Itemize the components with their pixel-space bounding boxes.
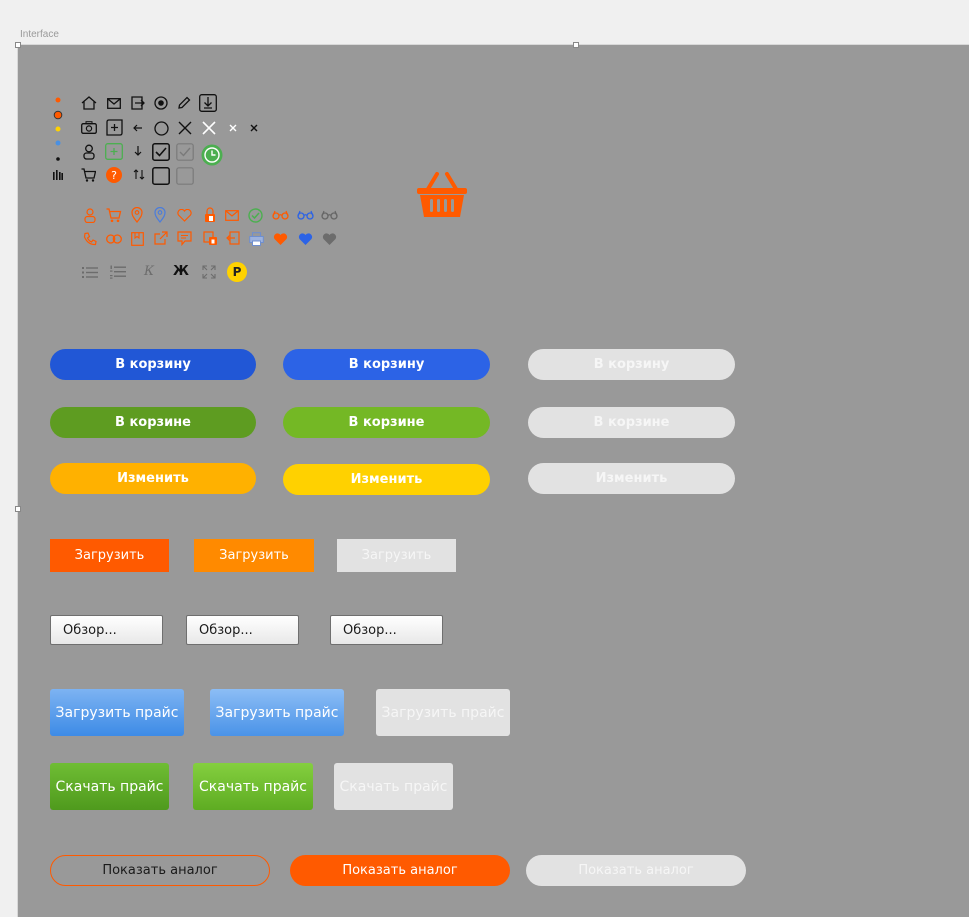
fullscreen-icon[interactable]	[202, 265, 216, 279]
browse-hover-button[interactable]: Обзор...	[186, 615, 299, 645]
login-icon[interactable]	[131, 96, 145, 110]
close-tiny-icon[interactable]	[250, 124, 258, 132]
show-analog-button[interactable]: Показать аналог	[50, 855, 270, 886]
glasses-gray-icon[interactable]	[321, 210, 338, 220]
check-circle-icon[interactable]	[248, 208, 263, 223]
exit-icon[interactable]	[226, 231, 240, 245]
browse-button[interactable]: Обзор...	[50, 615, 163, 645]
svg-text:?: ?	[111, 169, 117, 182]
upload-price-disabled-button[interactable]: Загрузить прайс	[376, 689, 510, 736]
close-large-icon[interactable]	[178, 121, 192, 135]
numbered-list-icon[interactable]	[110, 265, 126, 279]
glasses-orange-icon[interactable]	[272, 210, 289, 220]
heart-blue-icon[interactable]	[298, 233, 313, 246]
heart-orange-icon[interactable]	[177, 209, 192, 222]
phone-icon[interactable]	[83, 232, 97, 246]
upload-price-button[interactable]: Загрузить прайс	[50, 689, 184, 736]
change-disabled-button[interactable]: Изменить	[528, 463, 735, 494]
bold-icon[interactable]: Ж	[173, 264, 189, 279]
location-blue-icon[interactable]	[154, 207, 166, 223]
user-orange-icon[interactable]	[84, 208, 96, 223]
show-analog-hover-button[interactable]: Показать аналог	[290, 855, 510, 886]
dot-black-icon	[56, 157, 60, 161]
download-price-button[interactable]: Скачать прайс	[50, 763, 169, 810]
bookmark-icon[interactable]	[131, 232, 144, 246]
to-cart-hover-button[interactable]: В корзину	[283, 349, 490, 380]
glasses-blue-icon[interactable]	[297, 210, 314, 220]
bullet-list-icon[interactable]	[82, 266, 98, 279]
close-white-icon[interactable]	[202, 121, 216, 135]
in-cart-button[interactable]: В корзине	[50, 407, 256, 438]
checkbox-checked-disabled-icon	[176, 143, 194, 161]
checkbox-empty-disabled-icon	[176, 167, 194, 185]
dot-orange-icon	[55, 97, 61, 103]
cart-orange-icon[interactable]	[106, 208, 122, 223]
ruble-icon: Р	[227, 262, 247, 282]
mail-icon[interactable]	[107, 98, 121, 109]
heart-filled-icon[interactable]	[273, 233, 288, 246]
dot-ring-icon	[53, 110, 63, 120]
close-small-icon[interactable]	[229, 124, 237, 132]
arrow-down-icon[interactable]	[134, 146, 142, 156]
pencil-icon[interactable]	[177, 96, 191, 110]
browse-pressed-button[interactable]: Обзор...	[330, 615, 443, 645]
help-icon[interactable]: ?	[106, 167, 122, 183]
resize-handle[interactable]	[15, 506, 21, 512]
download-price-hover-button[interactable]: Скачать прайс	[193, 763, 313, 810]
resize-handle[interactable]	[573, 42, 579, 48]
user-icon[interactable]	[83, 144, 95, 160]
basket-icon	[416, 171, 468, 219]
sort-icon[interactable]	[133, 169, 145, 180]
show-analog-disabled-button[interactable]: Показать аналог	[526, 855, 746, 886]
clock-icon[interactable]	[201, 144, 223, 166]
change-button[interactable]: Изменить	[50, 463, 256, 494]
lock-doc-icon[interactable]	[203, 231, 218, 246]
mail-orange-icon[interactable]	[225, 210, 239, 221]
in-cart-disabled-button[interactable]: В корзине	[528, 407, 735, 438]
print-icon[interactable]	[249, 232, 264, 246]
plus-square-icon[interactable]	[105, 143, 123, 160]
in-cart-hover-button[interactable]: В корзине	[283, 407, 490, 438]
upload-price-hover-button[interactable]: Загрузить прайс	[210, 689, 344, 736]
link-icon[interactable]	[106, 234, 122, 244]
radio-icon[interactable]	[154, 96, 168, 110]
frame-label: Interface	[20, 29, 59, 40]
camera-icon[interactable]	[81, 121, 97, 134]
to-cart-disabled-button[interactable]: В корзину	[528, 349, 735, 380]
upload-hover-button[interactable]: Загрузить	[194, 539, 314, 572]
bars-icon	[53, 170, 63, 180]
circle-icon[interactable]	[154, 121, 169, 136]
external-link-icon[interactable]	[154, 231, 168, 245]
dot-blue-icon	[55, 140, 61, 146]
add-tab-icon[interactable]	[106, 119, 123, 136]
upload-button[interactable]: Загрузить	[50, 539, 169, 572]
download-price-disabled-button[interactable]: Скачать прайс	[334, 763, 453, 810]
home-icon[interactable]	[81, 96, 97, 110]
arrow-left-icon[interactable]	[133, 124, 143, 132]
lock-orange-icon[interactable]	[203, 207, 217, 223]
checkbox-empty-icon[interactable]	[152, 167, 170, 185]
italic-icon[interactable]: К	[144, 264, 154, 279]
change-hover-button[interactable]: Изменить	[283, 464, 490, 495]
comment-icon[interactable]	[177, 231, 192, 246]
heart-gray-icon[interactable]	[322, 233, 337, 246]
checkbox-checked-icon[interactable]	[152, 143, 170, 161]
upload-disabled-button[interactable]: Загрузить	[337, 539, 456, 572]
dot-yellow-icon	[55, 126, 61, 132]
download-icon[interactable]	[199, 94, 217, 112]
cart-icon[interactable]	[81, 168, 96, 182]
to-cart-button[interactable]: В корзину	[50, 349, 256, 380]
location-orange-icon[interactable]	[131, 207, 143, 223]
resize-handle[interactable]	[15, 42, 21, 48]
